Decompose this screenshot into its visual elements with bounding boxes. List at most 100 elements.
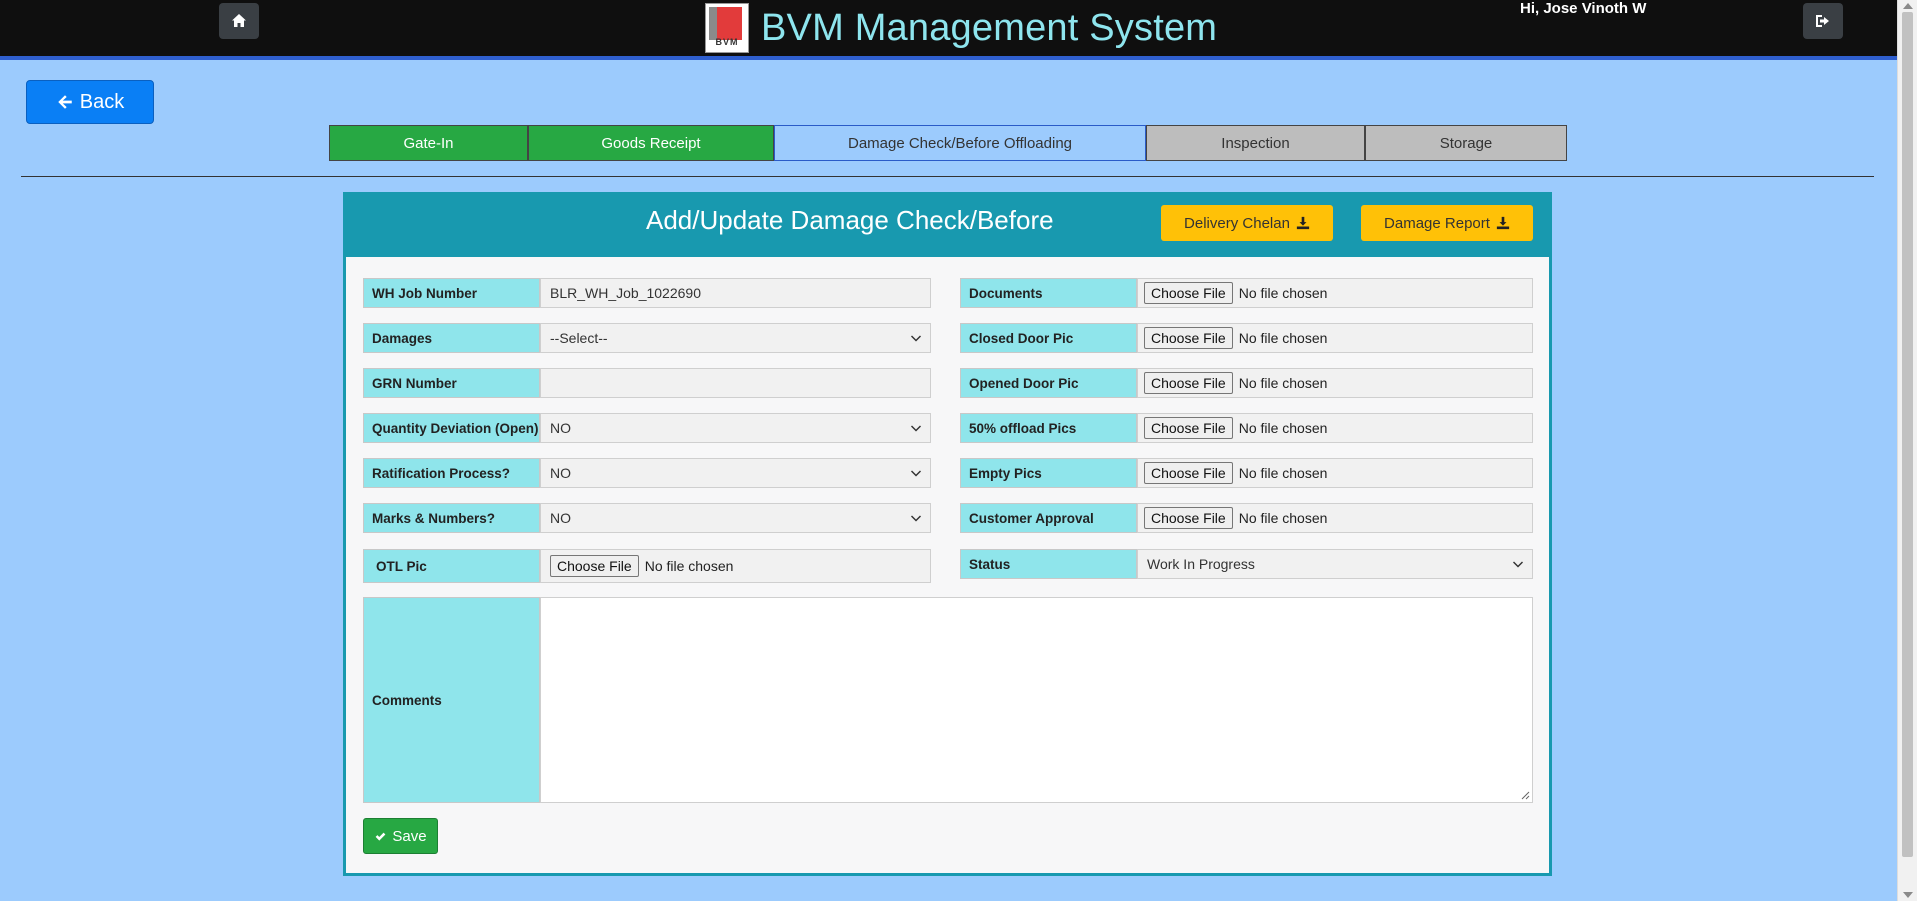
choose-file-button[interactable]: Choose File xyxy=(1144,417,1233,439)
arrow-left-icon xyxy=(58,95,72,109)
marks-numbers-select[interactable]: NO xyxy=(540,503,931,533)
choose-file-button[interactable]: Choose File xyxy=(1144,372,1233,394)
ratification-select[interactable]: NO xyxy=(540,458,931,488)
offload-pics-label: 50% offload Pics xyxy=(960,413,1137,443)
status-row: Status Work In Progress xyxy=(960,549,1533,579)
ratification-label: Ratification Process? xyxy=(363,458,540,488)
file-status: No file chosen xyxy=(1238,465,1328,481)
ratification-row: Ratification Process? NO xyxy=(363,458,931,488)
file-status: No file chosen xyxy=(1238,285,1328,301)
user-greeting: Hi, Jose Vinoth W xyxy=(1520,0,1647,17)
check-icon xyxy=(376,832,386,841)
customer-approval-label: Customer Approval xyxy=(960,503,1137,533)
form-title: Add/Update Damage Check/Before xyxy=(646,205,1054,235)
logo-text: BVM xyxy=(715,37,739,47)
save-label: Save xyxy=(392,827,427,845)
opened-door-pic-input[interactable]: Choose File No file chosen xyxy=(1137,368,1533,398)
offload-pics-row: 50% offload Pics Choose File No file cho… xyxy=(960,413,1533,443)
opened-door-pic-row: Opened Door Pic Choose File No file chos… xyxy=(960,368,1533,398)
empty-pics-row: Empty Pics Choose File No file chosen xyxy=(960,458,1533,488)
customer-approval-input[interactable]: Choose File No file chosen xyxy=(1137,503,1533,533)
damages-label: Damages xyxy=(363,323,540,353)
status-value: Work In Progress xyxy=(1147,556,1255,572)
empty-pics-input[interactable]: Choose File No file chosen xyxy=(1137,458,1533,488)
damage-check-form: Add/Update Damage Check/Before Delivery … xyxy=(343,192,1552,876)
scroll-thumb[interactable] xyxy=(1902,12,1913,857)
marks-numbers-label: Marks & Numbers? xyxy=(363,503,540,533)
ratification-value: NO xyxy=(550,465,571,481)
choose-file-button[interactable]: Choose File xyxy=(1144,507,1233,529)
scroll-up-arrow[interactable] xyxy=(1903,3,1913,9)
chevron-down-icon xyxy=(1512,558,1524,570)
choose-file-button[interactable]: Choose File xyxy=(1144,462,1233,484)
grn-number-label: GRN Number xyxy=(363,368,540,398)
empty-pics-label: Empty Pics xyxy=(960,458,1137,488)
file-status: No file chosen xyxy=(1238,375,1328,391)
choose-file-button[interactable]: Choose File xyxy=(1144,327,1233,349)
choose-file-button[interactable]: Choose File xyxy=(1144,282,1233,304)
closed-door-pic-label: Closed Door Pic xyxy=(960,323,1137,353)
tab-gate-in[interactable]: Gate-In xyxy=(329,125,528,161)
top-navbar: BVM BVM Management System Hi, Jose Vinot… xyxy=(0,0,1897,60)
save-button[interactable]: Save xyxy=(363,818,438,854)
marks-numbers-row: Marks & Numbers? NO xyxy=(363,503,931,533)
tab-damage-check[interactable]: Damage Check/Before Offloading xyxy=(774,125,1146,161)
comments-label: Comments xyxy=(363,597,540,803)
delivery-chelan-button[interactable]: Delivery Chelan xyxy=(1161,205,1333,241)
wh-job-number-label: WH Job Number xyxy=(363,278,540,308)
offload-pics-input[interactable]: Choose File No file chosen xyxy=(1137,413,1533,443)
damages-select[interactable]: --Select-- xyxy=(540,323,931,353)
documents-row: Documents Choose File No file chosen xyxy=(960,278,1533,308)
damages-value: --Select-- xyxy=(550,330,608,346)
chevron-down-icon xyxy=(910,512,922,524)
home-button[interactable] xyxy=(219,3,259,39)
chevron-down-icon xyxy=(910,467,922,479)
logout-button[interactable] xyxy=(1803,3,1843,39)
opened-door-pic-label: Opened Door Pic xyxy=(960,368,1137,398)
file-status: No file chosen xyxy=(1238,330,1328,346)
resize-handle-icon[interactable] xyxy=(1520,790,1530,800)
back-label: Back xyxy=(79,90,125,113)
closed-door-pic-row: Closed Door Pic Choose File No file chos… xyxy=(960,323,1533,353)
tab-inspection[interactable]: Inspection xyxy=(1146,125,1365,161)
documents-input[interactable]: Choose File No file chosen xyxy=(1137,278,1533,308)
otl-pic-input[interactable]: Choose File No file chosen xyxy=(540,549,931,583)
chevron-down-icon xyxy=(910,422,922,434)
status-select[interactable]: Work In Progress xyxy=(1137,549,1533,579)
damages-row: Damages --Select-- xyxy=(363,323,931,353)
otl-pic-row: OTL Pic Choose File No file chosen xyxy=(363,549,931,583)
status-label: Status xyxy=(960,549,1137,579)
app-title: BVM Management System xyxy=(761,6,1218,49)
tab-goods-receipt[interactable]: Goods Receipt xyxy=(528,125,774,161)
sign-out-icon xyxy=(1816,15,1829,27)
marks-numbers-value: NO xyxy=(550,510,571,526)
file-status: No file chosen xyxy=(644,558,734,574)
grn-number-field[interactable] xyxy=(540,368,931,398)
back-button[interactable]: Back xyxy=(26,80,154,124)
download-icon xyxy=(1296,216,1310,230)
wh-job-number-row: WH Job Number BLR_WH_Job_1022690 xyxy=(363,278,931,308)
workflow-tabs: Gate-In Goods Receipt Damage Check/Befor… xyxy=(329,125,1567,161)
tab-storage[interactable]: Storage xyxy=(1365,125,1567,161)
bvm-logo: BVM xyxy=(705,3,749,53)
quantity-deviation-select[interactable]: NO xyxy=(540,413,931,443)
damage-report-label: Damage Report xyxy=(1384,214,1490,232)
quantity-deviation-row: Quantity Deviation (Open) NO xyxy=(363,413,931,443)
comments-row: Comments xyxy=(363,597,1533,803)
damage-report-button[interactable]: Damage Report xyxy=(1361,205,1533,241)
vertical-scrollbar[interactable] xyxy=(1897,0,1917,901)
closed-door-pic-input[interactable]: Choose File No file chosen xyxy=(1137,323,1533,353)
chevron-down-icon xyxy=(910,332,922,344)
documents-label: Documents xyxy=(960,278,1137,308)
choose-file-button[interactable]: Choose File xyxy=(550,555,639,577)
scroll-down-arrow[interactable] xyxy=(1903,892,1913,898)
delivery-chelan-label: Delivery Chelan xyxy=(1184,214,1290,232)
brand: BVM BVM Management System xyxy=(705,0,1217,56)
download-icon xyxy=(1496,216,1510,230)
quantity-deviation-value: NO xyxy=(550,420,571,436)
grn-number-row: GRN Number xyxy=(363,368,931,398)
wh-job-number-field[interactable]: BLR_WH_Job_1022690 xyxy=(540,278,931,308)
comments-textarea[interactable] xyxy=(540,597,1533,803)
quantity-deviation-label: Quantity Deviation (Open) xyxy=(363,413,540,443)
file-status: No file chosen xyxy=(1238,510,1328,526)
